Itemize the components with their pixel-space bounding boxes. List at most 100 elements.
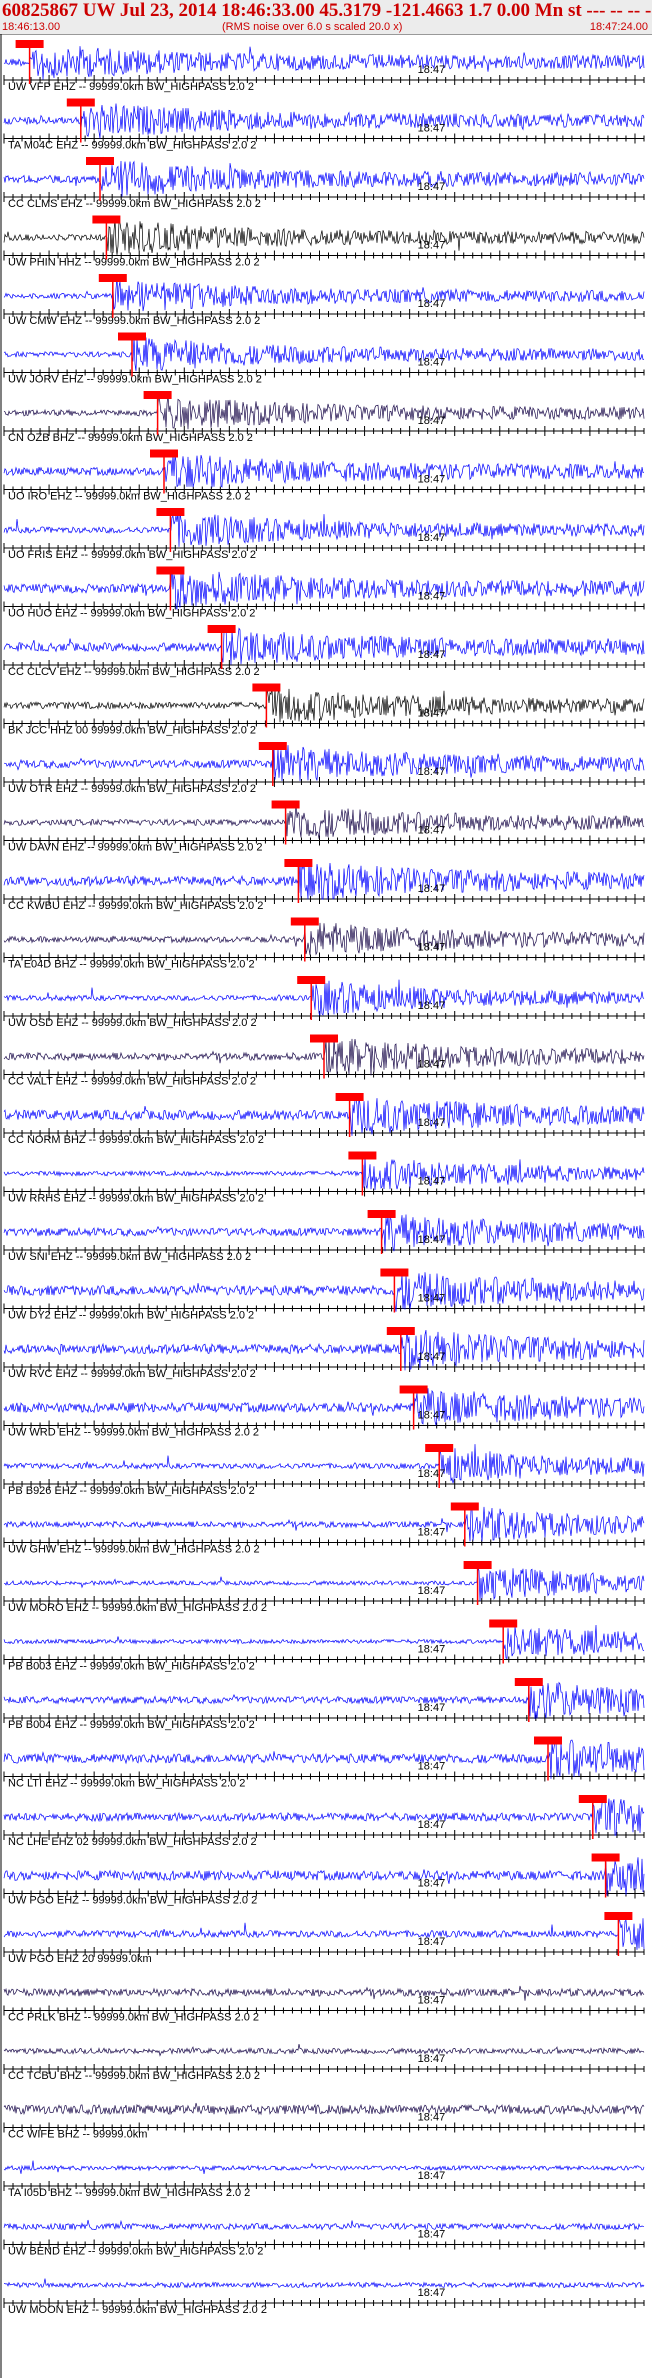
pick-marker	[290, 917, 319, 926]
seismogram-header: 60825867 UW Jul 23, 2014 18:46:33.00 45.…	[0, 0, 652, 35]
waveform	[3, 1328, 645, 1371]
waveform	[3, 686, 645, 723]
minute-tick-label: 18:47	[418, 766, 446, 778]
waveform	[3, 454, 645, 488]
minute-tick-label: 18:47	[418, 1234, 446, 1246]
minute-tick-label: 18:47	[418, 1410, 446, 1422]
pick-marker	[578, 1795, 607, 1803]
seismogram-plot: UW VFP EHZ -- 99999.0km BW_HIGHPASS 2.0 …	[0, 34, 645, 2378]
trace-26: UW MORO EHZ -- 99999.0km BW_HIGHPASS 2.0…	[3, 1561, 645, 1614]
waveform	[3, 1624, 645, 1660]
station-label: CC VALT EHZ -- 99999.0km BW_HIGHPASS 2.0…	[8, 1076, 256, 1088]
minute-tick-label: 18:47	[418, 298, 446, 310]
trace-2: CC CLMS EHZ -- 99999.0km BW_HIGHPASS 2.0…	[3, 157, 645, 210]
trace-12: UW OTR EHZ -- 99999.0km BW_HIGHPASS 2.0 …	[3, 742, 645, 795]
waveform	[3, 103, 645, 139]
trace-31: UW PGO EHZ -- 99999.0km BW_HIGHPASS 2.0 …	[3, 1853, 645, 1907]
waveform	[3, 2219, 645, 2231]
station-label: PB B004 EHZ -- 99999.0km BW_HIGHPASS 2.0…	[8, 1719, 255, 1731]
waveform	[3, 1095, 645, 1136]
minute-tick-label: 18:47	[418, 2170, 446, 2182]
station-label: CC TCBU BHZ -- 99999.0km BW_HIGHPASS 2.0…	[8, 2070, 260, 2082]
trace-7: UO IRO EHZ -- 99999.0km BW_HIGHPASS 2.0 …	[3, 449, 645, 503]
trace-32: UW PGO EHZ 20 99999.0km 18:47	[3, 1912, 645, 1965]
trace-34: CC TCBU BHZ -- 99999.0km BW_HIGHPASS 2.0…	[3, 2044, 645, 2082]
waveform	[3, 1985, 645, 2001]
station-label: UW WRD EHZ -- 99999.0km BW_HIGHPASS 2.0 …	[8, 1427, 259, 1439]
waveform	[3, 860, 645, 900]
trace-33: CC PRLK BHZ -- 99999.0km BW_HIGHPASS 2.0…	[3, 1985, 645, 2024]
pick-marker	[310, 1034, 338, 1043]
start-time: 18:46:13.00	[2, 21, 61, 33]
station-label: NC LHE EHZ 02 99999.0km BW_HIGHPASS 2.0 …	[8, 1836, 257, 1848]
minute-tick-label: 18:47	[418, 1176, 446, 1188]
waveform	[3, 1857, 645, 1896]
waveform	[3, 219, 645, 255]
minute-tick-label: 18:47	[418, 123, 446, 135]
station-label: UW CMW EHZ -- 99999.0km BW_HIGHPASS 2.0 …	[8, 315, 260, 327]
noise-note: (RMS noise over 6.0 s scaled 20.0 x)	[222, 21, 403, 33]
station-label: UW GHW EHZ -- 99999.0km BW_HIGHPASS 2.0 …	[8, 1544, 260, 1556]
minute-tick-label: 18:47	[418, 942, 446, 954]
minute-tick-label: 18:47	[418, 1936, 446, 1948]
trace-25: UW GHW EHZ -- 99999.0km BW_HIGHPASS 2.0 …	[3, 1502, 645, 1556]
station-label: UO HUO EHZ -- 99999.0km BW_HIGHPASS 2.0 …	[8, 608, 255, 620]
waveform	[3, 1388, 645, 1426]
pick-marker	[92, 215, 121, 224]
minute-tick-label: 18:47	[418, 474, 446, 486]
trace-23: UW WRD EHZ -- 99999.0km BW_HIGHPASS 2.0 …	[3, 1385, 645, 1439]
trace-6: CN OZB BHZ -- 99999.0km BW_HIGHPASS 2.0 …	[3, 391, 645, 444]
minute-tick-label: 18:47	[418, 649, 446, 661]
pick-marker	[335, 1093, 364, 1101]
station-label: CC KWBU EHZ -- 99999.0km BW_HIGHPASS 2.0…	[8, 900, 263, 912]
trace-0: UW VFP EHZ -- 99999.0km BW_HIGHPASS 2.0 …	[3, 40, 645, 93]
trace-27: PB B003 EHZ -- 99999.0km BW_HIGHPASS 2.0…	[3, 1619, 645, 1673]
minute-tick-label: 18:47	[418, 1059, 446, 1071]
minute-tick-label: 18:47	[418, 1878, 446, 1890]
minute-tick-label: 18:47	[418, 1702, 446, 1714]
pick-marker	[514, 1678, 543, 1686]
pick-marker	[98, 274, 127, 282]
pick-marker	[489, 1619, 518, 1628]
pick-marker	[66, 98, 95, 107]
pick-marker	[86, 157, 114, 165]
trace-9: UO HUO EHZ -- 99999.0km BW_HIGHPASS 2.0 …	[3, 566, 645, 620]
trace-4: UW CMW EHZ -- 99999.0km BW_HIGHPASS 2.0 …	[3, 274, 645, 327]
minute-tick-label: 18:47	[418, 2112, 446, 2124]
minute-tick-label: 18:47	[418, 1117, 446, 1129]
trace-30: NC LHE EHZ 02 99999.0km BW_HIGHPASS 2.0 …	[3, 1795, 645, 1848]
minute-tick-label: 18:47	[418, 2229, 446, 2241]
minute-tick-label: 18:47	[418, 708, 446, 720]
pick-marker	[367, 1210, 396, 1218]
trace-8: UO FRIS EHZ -- 99999.0km BW_HIGHPASS 2.0…	[3, 508, 645, 561]
waveform	[3, 1506, 645, 1542]
pick-marker	[348, 1151, 377, 1160]
trace-21: UW DY2 EHZ -- 99999.0km BW_HIGHPASS 2.0 …	[3, 1268, 645, 1322]
minute-tick-label: 18:47	[418, 1468, 446, 1480]
pick-marker	[297, 976, 326, 984]
waveform	[3, 922, 645, 956]
station-label: BK JCC HHZ 00 99999.0km BW_HIGHPASS 2.0 …	[8, 725, 256, 737]
trace-14: CC KWBU EHZ -- 99999.0km BW_HIGHPASS 2.0…	[3, 859, 645, 912]
station-label: CC CLMS EHZ -- 99999.0km BW_HIGHPASS 2.0…	[8, 198, 261, 210]
minute-tick-label: 18:47	[418, 415, 446, 427]
waveform	[3, 1915, 645, 1950]
station-label: TA E04D BHZ -- 99999.0km BW_HIGHPASS 2.0…	[8, 959, 255, 971]
minute-tick-label: 18:47	[418, 1527, 446, 1539]
station-label: UW MORO EHZ -- 99999.0km BW_HIGHPASS 2.0…	[8, 1602, 267, 1614]
minute-tick-label: 18:47	[418, 2053, 446, 2065]
station-label: UW OTR EHZ -- 99999.0km BW_HIGHPASS 2.0 …	[8, 783, 256, 795]
waveform	[4, 1567, 645, 1601]
waveform	[3, 1797, 645, 1836]
minute-tick-label: 18:47	[418, 1293, 446, 1305]
station-label: CC PRLK BHZ -- 99999.0km BW_HIGHPASS 2.0…	[8, 2012, 259, 2024]
trace-11: BK JCC HHZ 00 99999.0km BW_HIGHPASS 2.0 …	[3, 683, 645, 737]
station-label: UW PGO EHZ -- 99999.0km BW_HIGHPASS 2.0 …	[8, 1895, 257, 1907]
trace-35: CC WIFE BHZ -- 99999.0km 18:47	[3, 2102, 645, 2141]
waveform	[3, 1681, 645, 1720]
waveform	[3, 46, 645, 80]
waveform	[3, 2160, 645, 2174]
trace-37: UW BEND EHZ -- 99999.0km BW_HIGHPASS 2.0…	[3, 2219, 645, 2258]
trace-5: UW JORV EHZ -- 99999.0km BW_HIGHPASS 2.0…	[3, 332, 645, 386]
trace-16: UW OSD EHZ -- 99999.0km BW_HIGHPASS 2.0 …	[3, 976, 645, 1029]
